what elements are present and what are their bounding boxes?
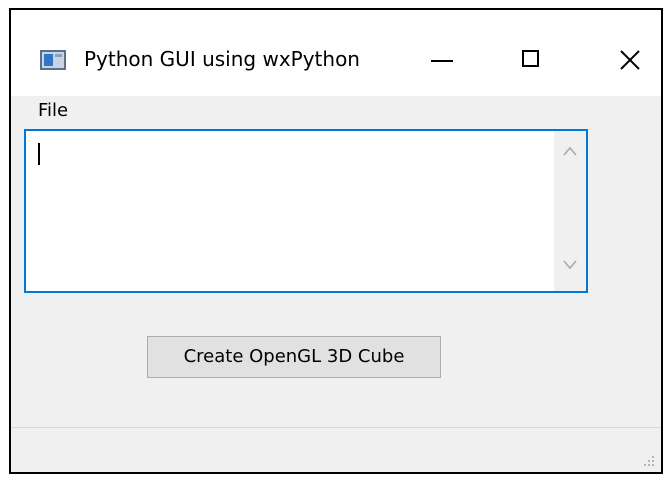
window-title: Python GUI using wxPython: [84, 47, 360, 71]
resize-grip-icon[interactable]: [643, 455, 655, 467]
maximize-button[interactable]: [509, 40, 555, 78]
status-bar: [11, 427, 661, 472]
maximize-icon: [522, 50, 539, 67]
minimize-icon: [431, 60, 453, 62]
create-opengl-cube-button[interactable]: Create OpenGL 3D Cube: [147, 336, 441, 378]
chevron-down-icon[interactable]: [562, 259, 578, 271]
menu-file[interactable]: File: [38, 100, 68, 122]
close-icon: [620, 50, 640, 70]
vertical-scrollbar[interactable]: [554, 131, 586, 291]
chevron-up-icon[interactable]: [562, 145, 578, 157]
close-button[interactable]: [607, 40, 653, 78]
title-bar[interactable]: Python GUI using wxPython File: [11, 10, 661, 121]
text-editor[interactable]: [24, 129, 588, 293]
text-caret: [38, 143, 40, 165]
app-window: Python GUI using wxPython File Create Op…: [9, 8, 663, 474]
minimize-button[interactable]: [419, 40, 465, 78]
app-window-icon: [40, 50, 66, 70]
